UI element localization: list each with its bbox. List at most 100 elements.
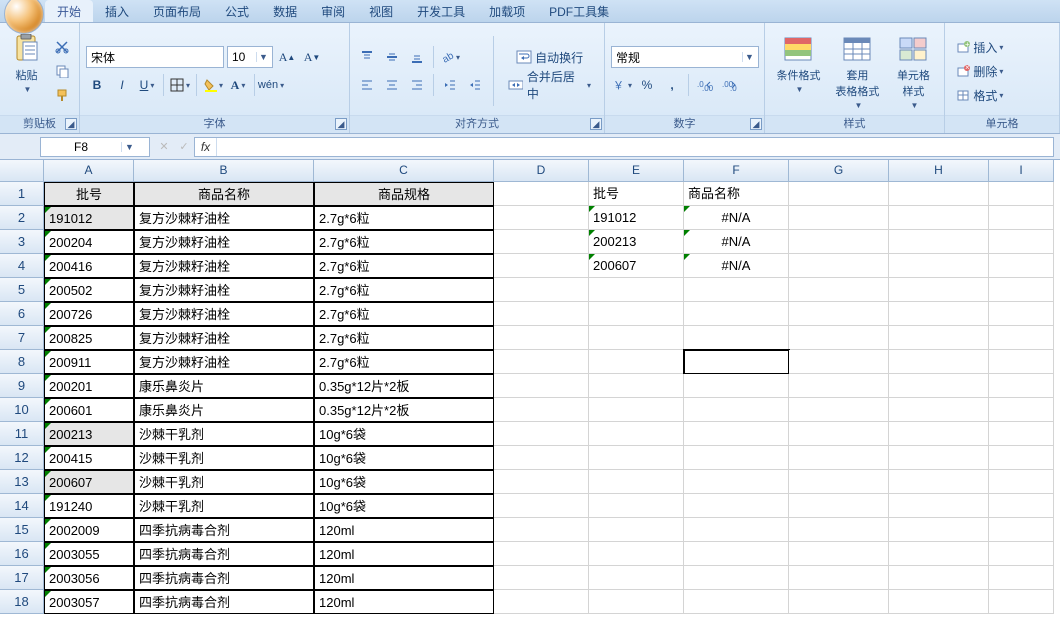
cell-C11[interactable]: 10g*6袋 (314, 422, 494, 446)
align-bottom-button[interactable] (406, 46, 428, 68)
number-format-input[interactable] (612, 47, 742, 67)
cell-I10[interactable] (989, 398, 1054, 422)
grow-font-button[interactable]: A▲ (276, 46, 298, 68)
cell-B6[interactable]: 复方沙棘籽油栓 (134, 302, 314, 326)
cell-G17[interactable] (789, 566, 889, 590)
font-color-button[interactable]: A▾ (227, 74, 249, 96)
cell-E3[interactable]: 200213 (589, 230, 684, 254)
cell-I5[interactable] (989, 278, 1054, 302)
cell-I17[interactable] (989, 566, 1054, 590)
cell-A11[interactable]: 200213 (44, 422, 134, 446)
cell-A15[interactable]: 2002009 (44, 518, 134, 542)
font-size-combo[interactable]: ▼ (227, 46, 273, 68)
decrease-decimal-button[interactable]: .00.0 (719, 74, 741, 96)
cell-E9[interactable] (589, 374, 684, 398)
wrap-text-button[interactable]: 自动换行 (501, 46, 598, 68)
cell-F7[interactable] (684, 326, 789, 350)
cell-I13[interactable] (989, 470, 1054, 494)
cell-G10[interactable] (789, 398, 889, 422)
bold-button[interactable]: B (86, 74, 108, 96)
tab-视图[interactable]: 视图 (357, 0, 405, 22)
name-box-input[interactable] (41, 140, 121, 154)
tab-页面布局[interactable]: 页面布局 (141, 0, 213, 22)
percent-button[interactable]: % (636, 74, 658, 96)
cell-D6[interactable] (494, 302, 589, 326)
row-header-11[interactable]: 11 (0, 422, 44, 446)
formula-input[interactable] (217, 140, 1053, 154)
cell-G7[interactable] (789, 326, 889, 350)
select-all-corner[interactable] (0, 160, 44, 182)
cell-E17[interactable] (589, 566, 684, 590)
cell-F11[interactable] (684, 422, 789, 446)
cell-C1[interactable]: 商品规格 (314, 182, 494, 206)
cell-B12[interactable]: 沙棘干乳剂 (134, 446, 314, 470)
chevron-down-icon[interactable]: ▼ (121, 142, 137, 152)
cell-D18[interactable] (494, 590, 589, 614)
increase-indent-button[interactable] (464, 74, 486, 96)
underline-button[interactable]: U▾ (136, 74, 158, 96)
cell-E12[interactable] (589, 446, 684, 470)
number-format-combo[interactable]: ▼ (611, 46, 759, 68)
cell-F16[interactable] (684, 542, 789, 566)
dialog-launcher-icon[interactable]: ◢ (590, 118, 602, 130)
font-size-input[interactable] (228, 47, 256, 67)
cell-G18[interactable] (789, 590, 889, 614)
cell-I3[interactable] (989, 230, 1054, 254)
cell-C3[interactable]: 2.7g*6粒 (314, 230, 494, 254)
cell-styles-button[interactable]: 单元格 样式▼ (889, 30, 938, 112)
increase-decimal-button[interactable]: .0.00 (694, 74, 716, 96)
cell-A18[interactable]: 2003057 (44, 590, 134, 614)
row-header-15[interactable]: 15 (0, 518, 44, 542)
cell-H4[interactable] (889, 254, 989, 278)
tab-公式[interactable]: 公式 (213, 0, 261, 22)
cell-C10[interactable]: 0.35g*12片*2板 (314, 398, 494, 422)
align-top-button[interactable] (356, 46, 378, 68)
cell-H16[interactable] (889, 542, 989, 566)
col-header-I[interactable]: I (989, 160, 1054, 182)
cell-C15[interactable]: 120ml (314, 518, 494, 542)
cell-A16[interactable]: 2003055 (44, 542, 134, 566)
cell-C18[interactable]: 120ml (314, 590, 494, 614)
decrease-indent-button[interactable] (439, 74, 461, 96)
cell-C2[interactable]: 2.7g*6粒 (314, 206, 494, 230)
cell-G8[interactable] (789, 350, 889, 374)
cell-D2[interactable] (494, 206, 589, 230)
cell-D15[interactable] (494, 518, 589, 542)
cell-H18[interactable] (889, 590, 989, 614)
row-header-14[interactable]: 14 (0, 494, 44, 518)
row-header-7[interactable]: 7 (0, 326, 44, 350)
cell-G13[interactable] (789, 470, 889, 494)
cell-F6[interactable] (684, 302, 789, 326)
phonetic-button[interactable]: wén▾ (260, 74, 282, 96)
cell-A5[interactable]: 200502 (44, 278, 134, 302)
cell-H12[interactable] (889, 446, 989, 470)
cell-I2[interactable] (989, 206, 1054, 230)
cell-D12[interactable] (494, 446, 589, 470)
cell-H6[interactable] (889, 302, 989, 326)
cell-D7[interactable] (494, 326, 589, 350)
cell-H11[interactable] (889, 422, 989, 446)
orientation-button[interactable]: ab▾ (439, 46, 461, 68)
cell-C9[interactable]: 0.35g*12片*2板 (314, 374, 494, 398)
cell-H1[interactable] (889, 182, 989, 206)
cell-I14[interactable] (989, 494, 1054, 518)
tab-审阅[interactable]: 审阅 (309, 0, 357, 22)
tab-插入[interactable]: 插入 (93, 0, 141, 22)
cell-F3[interactable]: #N/A (684, 230, 789, 254)
shrink-font-button[interactable]: A▼ (301, 46, 323, 68)
cell-A3[interactable]: 200204 (44, 230, 134, 254)
cell-E6[interactable] (589, 302, 684, 326)
font-name-combo[interactable]: ▼ (86, 46, 224, 68)
cell-H7[interactable] (889, 326, 989, 350)
cell-A4[interactable]: 200416 (44, 254, 134, 278)
cell-G12[interactable] (789, 446, 889, 470)
accounting-format-button[interactable]: ￥▾ (611, 74, 633, 96)
cell-H8[interactable] (889, 350, 989, 374)
cell-E15[interactable] (589, 518, 684, 542)
row-header-16[interactable]: 16 (0, 542, 44, 566)
cell-G11[interactable] (789, 422, 889, 446)
cell-I18[interactable] (989, 590, 1054, 614)
cell-E1[interactable]: 批号 (589, 182, 684, 206)
chevron-down-icon[interactable]: ▼ (742, 52, 756, 62)
cell-B3[interactable]: 复方沙棘籽油栓 (134, 230, 314, 254)
